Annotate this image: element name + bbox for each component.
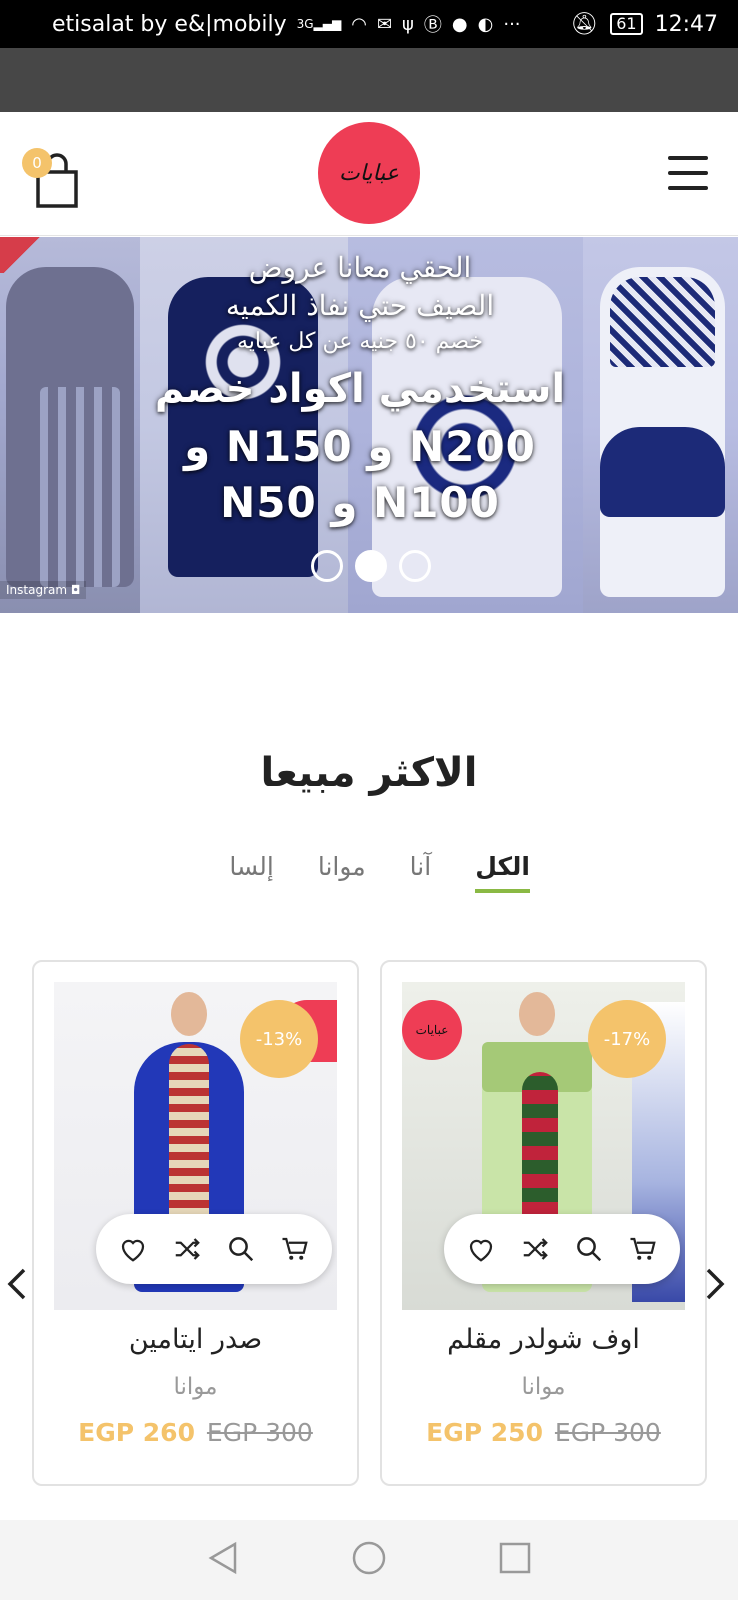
slider-dot-active[interactable] — [355, 550, 387, 582]
system-nav-bar — [0, 1520, 738, 1600]
carousel-next-button[interactable] — [700, 1266, 728, 1302]
hero-slider[interactable]: الحقي معانا عروض الصيف حتي نفاذ الكميه خ… — [0, 237, 738, 613]
wifi-icon: ◠ — [351, 13, 367, 35]
hero-codes: N200 و N150 و N100 و N50 — [184, 422, 536, 527]
product-actions — [96, 1214, 332, 1284]
product-card[interactable]: -13% صدر ايتامين موانا EGP 260 EGP 300 — [32, 960, 359, 1486]
product-image[interactable]: عبايات -17% — [402, 982, 685, 1310]
compare-button[interactable] — [518, 1232, 552, 1266]
brand-badge: عبايات — [402, 1000, 462, 1060]
cart-button[interactable]: 0 — [22, 148, 82, 208]
carrier-name: etisalat by e&|mobily — [52, 11, 287, 37]
heart-icon — [469, 1239, 493, 1262]
recents-square-icon — [499, 1542, 531, 1574]
product-image[interactable]: -13% — [54, 982, 337, 1310]
cart-count-badge: 0 — [22, 148, 52, 178]
home-circle-icon — [352, 1541, 386, 1575]
price-current: EGP 260 — [78, 1418, 195, 1447]
add-to-cart-button[interactable] — [278, 1232, 312, 1266]
site-logo[interactable]: عبايات — [318, 122, 420, 224]
chevron-right-icon — [706, 1268, 725, 1300]
category-tabs: الكل آنا موانا إلسا — [210, 852, 530, 893]
hero-headline: استخدمي اكواد خصم — [154, 366, 566, 412]
menu-button[interactable] — [668, 156, 708, 190]
tab-elsa[interactable]: إلسا — [229, 852, 273, 893]
usb-icon: ψ — [402, 13, 414, 35]
slider-dot[interactable] — [399, 550, 431, 582]
product-card[interactable]: عبايات -17% اوف شولدر مقلم موانا EGP 250… — [380, 960, 707, 1486]
home-button[interactable] — [351, 1540, 387, 1580]
mute-icon: 🔕︎ — [570, 11, 599, 37]
cart-icon — [282, 1237, 308, 1260]
price-original: EGP 300 — [554, 1418, 661, 1447]
cart-icon — [630, 1237, 656, 1260]
status-icons: 3G▂▄▆ ◠ ✉ ψ Ⓑ ● ◐ ··· — [297, 11, 571, 37]
quick-view-button[interactable] — [224, 1232, 258, 1266]
mail-icon: ✉ — [376, 13, 393, 35]
wishlist-button[interactable] — [116, 1232, 150, 1266]
hero-line: خصم ٥٠ جنيه عن كل عبايه — [237, 329, 483, 354]
hero-line: الحقي معانا عروض — [248, 251, 472, 284]
product-brand[interactable]: موانا — [34, 1374, 357, 1400]
chat-icon: ● — [451, 13, 468, 35]
chevron-left-icon — [7, 1268, 26, 1300]
shuffle-icon — [175, 1238, 200, 1260]
product-actions — [444, 1214, 680, 1284]
app-icon: ◐ — [477, 13, 494, 35]
product-name[interactable]: صدر ايتامين — [34, 1324, 357, 1355]
product-price: EGP 250 EGP 300 — [382, 1418, 705, 1447]
battery-indicator: 61 — [610, 13, 643, 35]
quick-view-button[interactable] — [572, 1232, 606, 1266]
status-bar: etisalat by e&|mobily 3G▂▄▆ ◠ ✉ ψ Ⓑ ● ◐ … — [0, 0, 738, 48]
signal-icon: 3G▂▄▆ — [296, 17, 342, 31]
recents-button[interactable] — [497, 1540, 533, 1580]
price-original: EGP 300 — [206, 1418, 313, 1447]
discount-badge: -17% — [588, 1000, 666, 1078]
back-button[interactable] — [205, 1540, 241, 1580]
back-triangle-icon — [208, 1541, 237, 1575]
section-title: الاكثر مبيعا — [260, 750, 478, 796]
search-icon — [229, 1237, 254, 1262]
instagram-watermark: Instagram ◘ — [0, 581, 87, 599]
add-to-cart-button[interactable] — [626, 1232, 660, 1266]
heart-icon — [121, 1239, 145, 1262]
tab-mawana[interactable]: موانا — [318, 852, 366, 893]
slider-dots — [311, 550, 431, 582]
shuffle-icon — [523, 1238, 548, 1260]
time: 12:47 — [654, 11, 718, 37]
discount-badge: -13% — [240, 1000, 318, 1078]
wishlist-button[interactable] — [464, 1232, 498, 1266]
product-name[interactable]: اوف شولدر مقلم — [382, 1324, 705, 1355]
corner-ribbon — [0, 237, 44, 273]
search-icon — [577, 1237, 602, 1262]
site-header: 0 عبايات — [0, 112, 738, 236]
price-current: EGP 250 — [426, 1418, 543, 1447]
product-brand[interactable]: موانا — [382, 1374, 705, 1400]
slider-dot[interactable] — [311, 550, 343, 582]
more-icon: ··· — [503, 13, 521, 35]
logo-text: عبايات — [338, 160, 399, 186]
tab-all[interactable]: الكل — [475, 852, 530, 893]
product-price: EGP 260 EGP 300 — [34, 1418, 357, 1447]
hamburger-icon — [668, 156, 708, 160]
hero-line: الصيف حتي نفاذ الكميه — [225, 289, 495, 322]
hero-text: الحقي معانا عروض الصيف حتي نفاذ الكميه خ… — [120, 249, 600, 531]
tab-ana[interactable]: آنا — [410, 852, 432, 893]
compare-button[interactable] — [170, 1232, 204, 1266]
carousel-prev-button[interactable] — [4, 1266, 32, 1302]
browser-top-band — [0, 48, 738, 112]
b-icon: Ⓑ — [423, 15, 442, 36]
